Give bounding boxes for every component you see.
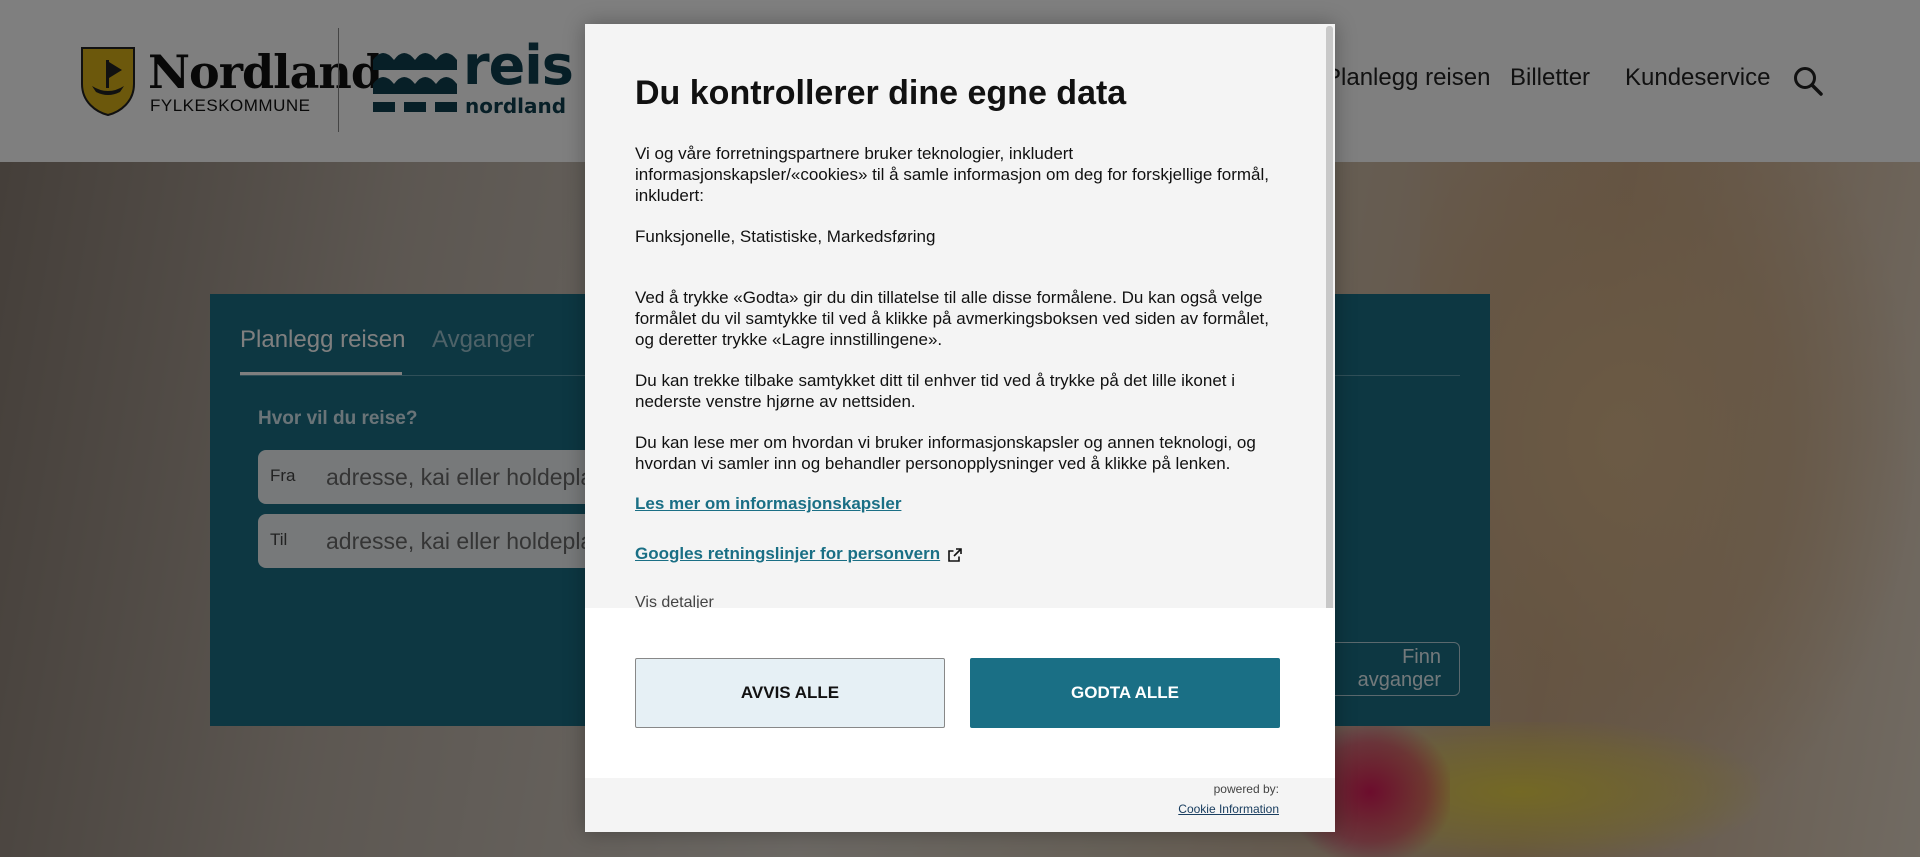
google-privacy-link-label: Googles retningslinjer for personvern <box>635 544 941 563</box>
consent-withdraw-info: Du kan trekke tilbake samtykket ditt til… <box>635 371 1235 411</box>
powered-by-label: powered by: <box>1213 782 1279 796</box>
consent-godta-info: Ved å trykke «Godta» gir du din tillatel… <box>635 288 1269 349</box>
consent-button-bar: AVVIS ALLE GODTA ALLE <box>585 608 1335 778</box>
google-privacy-link[interactable]: Googles retningslinjer for personvern <box>635 544 962 564</box>
reject-all-button[interactable]: AVVIS ALLE <box>635 658 945 728</box>
cookie-information-link[interactable]: Cookie Information <box>1178 802 1279 816</box>
consent-purposes: Funksjonelle, Statistiske, Markedsføring <box>635 227 936 246</box>
consent-more-info: Du kan lese mer om hvordan vi bruker inf… <box>635 433 1256 473</box>
cookies-info-link[interactable]: Les mer om informasjonskapsler <box>635 494 901 514</box>
consent-content: Du kontrollerer dine egne data Vi og vår… <box>585 24 1325 608</box>
consent-scrollbar[interactable] <box>1326 26 1333 656</box>
consent-title: Du kontrollerer dine egne data <box>635 74 1127 112</box>
consent-intro: Vi og våre forretningspartnere bruker te… <box>635 144 1269 205</box>
show-details-toggle[interactable]: Vis detaljer <box>635 594 1275 608</box>
external-link-icon <box>948 547 962 562</box>
accept-all-button[interactable]: GODTA ALLE <box>970 658 1280 728</box>
cookie-consent-dialog: Du kontrollerer dine egne data Vi og vår… <box>585 24 1335 832</box>
